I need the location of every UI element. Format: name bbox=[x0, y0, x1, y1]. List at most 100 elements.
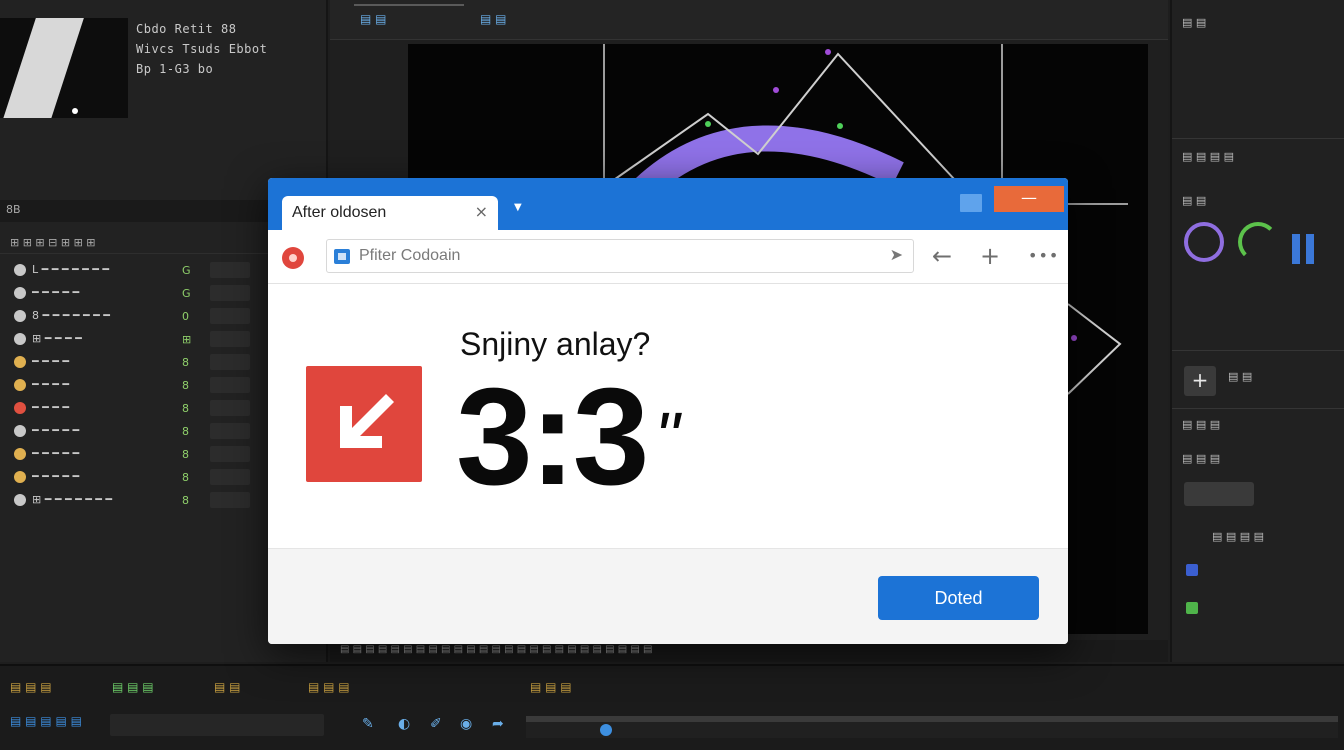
layer-name: 8 ━ ━ ━ ━ ━ ━ ━ bbox=[32, 309, 110, 322]
layer-type-icon bbox=[14, 355, 26, 368]
effects-section-label: ▤ ▤ ▤ ▤ bbox=[1212, 530, 1265, 543]
footage-meta-line: Wivcs Tsuds Ebbot bbox=[136, 42, 268, 56]
record-icon[interactable] bbox=[282, 247, 304, 269]
layer-name: ━ ━ ━ ━ bbox=[32, 401, 69, 414]
viewer-dot bbox=[705, 121, 711, 127]
layer-name: ━ ━ ━ ━ bbox=[32, 378, 69, 391]
composition-tab[interactable]: ▤ ▤ bbox=[360, 12, 387, 26]
layer-control[interactable] bbox=[210, 330, 250, 347]
share-tool-icon[interactable]: ➦ bbox=[492, 716, 504, 732]
layer-switch[interactable]: 8 bbox=[182, 494, 200, 507]
effects-section-label: ▤ ▤ bbox=[1182, 16, 1207, 29]
page-icon bbox=[334, 249, 350, 264]
playhead-handle[interactable] bbox=[600, 724, 612, 736]
footage-meta-line: Cbdo Retit 88 bbox=[136, 22, 237, 36]
blue-level-bar bbox=[1292, 234, 1300, 264]
thumbnail-dot bbox=[72, 108, 78, 114]
viewer-dot bbox=[1071, 335, 1077, 341]
purple-dial-icon[interactable] bbox=[1184, 222, 1224, 262]
more-options-icon[interactable]: ••• bbox=[1028, 242, 1059, 270]
timeline-tab[interactable]: ▤ ▤ ▤ bbox=[112, 680, 154, 694]
timeline-ruler[interactable] bbox=[526, 716, 1338, 738]
layer-type-icon bbox=[14, 447, 26, 460]
layer-name: ━ ━ ━ ━ ━ bbox=[32, 447, 80, 460]
pen-tool-icon[interactable]: ✎ bbox=[362, 716, 374, 732]
viewer-diamond-line bbox=[1067, 303, 1122, 395]
pin-tool-icon[interactable]: ◉ bbox=[460, 716, 472, 732]
layer-type-icon bbox=[14, 424, 26, 437]
close-tab-icon[interactable]: × bbox=[475, 202, 488, 221]
browser-tab[interactable]: After oldosen × bbox=[282, 196, 498, 230]
close-window-button[interactable]: — bbox=[994, 186, 1064, 212]
tab-underline bbox=[354, 4, 464, 6]
effects-section-label: ▤ ▤ ▤ bbox=[1182, 418, 1221, 431]
brush-tool-icon[interactable]: ✐ bbox=[430, 716, 442, 732]
layer-control[interactable] bbox=[210, 399, 250, 416]
layer-control[interactable] bbox=[210, 261, 250, 278]
layer-switch[interactable]: 8 bbox=[182, 471, 200, 484]
divider bbox=[1172, 408, 1344, 409]
layer-name: ━ ━ ━ ━ ━ bbox=[32, 424, 80, 437]
address-placeholder: Pfiter Codoain bbox=[359, 247, 461, 264]
go-arrow-icon[interactable]: ➤ bbox=[890, 245, 903, 264]
confirm-button[interactable]: Doted bbox=[878, 576, 1039, 620]
timeline-tab[interactable]: ▤ ▤ ▤ bbox=[10, 680, 52, 694]
layer-control[interactable] bbox=[210, 284, 250, 301]
layer-control[interactable] bbox=[210, 353, 250, 370]
layer-type-icon bbox=[14, 332, 26, 345]
layer-control[interactable] bbox=[210, 491, 250, 508]
shape-tool-icon[interactable]: ◐ bbox=[398, 716, 410, 732]
blue-level-bar bbox=[1306, 234, 1314, 264]
dialog-titlebar: After oldosen × ▼ — bbox=[268, 178, 1068, 230]
thumbnail-shape bbox=[0, 18, 88, 118]
layer-switch[interactable]: 0 bbox=[182, 310, 200, 323]
layer-type-icon bbox=[14, 263, 26, 276]
layer-switch[interactable]: G bbox=[182, 264, 200, 277]
chevron-down-icon[interactable]: ▼ bbox=[514, 202, 522, 213]
green-gauge-icon[interactable] bbox=[1238, 222, 1278, 262]
restore-window-button[interactable] bbox=[960, 194, 982, 212]
layer-control[interactable] bbox=[210, 468, 250, 485]
timeline-tab[interactable]: ▤ ▤ bbox=[214, 680, 241, 694]
timeline-tab[interactable]: ▤ ▤ ▤ bbox=[308, 680, 350, 694]
layer-control[interactable] bbox=[210, 307, 250, 324]
effects-field[interactable] bbox=[1184, 482, 1254, 506]
layer-type-icon bbox=[14, 286, 26, 299]
timeline-panel: ▤ ▤ ▤ ▤ ▤ ▤ ▤ ▤ ▤ ▤ ▤ ▤ ▤ ▤ ▤ ▤ ▤ ▤ ▤ ✎ … bbox=[0, 664, 1344, 750]
composition-tab[interactable]: ▤ ▤ bbox=[480, 12, 507, 26]
tab-title: After oldosen bbox=[292, 204, 387, 221]
divider bbox=[1172, 138, 1344, 139]
color-chip[interactable] bbox=[1186, 564, 1198, 576]
timeline-timecode[interactable]: ▤ ▤ ▤ ▤ ▤ bbox=[10, 714, 82, 728]
layer-type-icon bbox=[14, 493, 26, 506]
plus-icon[interactable]: + bbox=[980, 242, 1000, 270]
effects-section-label: ▤ ▤ bbox=[1228, 370, 1253, 383]
composition-tabs: ▤ ▤ ▤ ▤ bbox=[330, 0, 1168, 40]
address-bar[interactable]: Pfiter Codoain ➤ bbox=[326, 239, 914, 273]
layer-switch[interactable]: 8 bbox=[182, 402, 200, 415]
value-mark: " bbox=[654, 398, 680, 476]
layer-switch[interactable]: 8 bbox=[182, 448, 200, 461]
layer-switch[interactable]: 8 bbox=[182, 356, 200, 369]
back-arrow-icon[interactable]: ← bbox=[932, 242, 952, 270]
layer-control[interactable] bbox=[210, 445, 250, 462]
layer-switch[interactable]: ⊞ bbox=[182, 333, 200, 346]
timeline-tab[interactable]: ▤ ▤ ▤ bbox=[530, 680, 572, 694]
layer-switch[interactable]: 8 bbox=[182, 425, 200, 438]
footage-thumbnail[interactable] bbox=[0, 18, 128, 118]
viewer-dot bbox=[773, 87, 779, 93]
dialog-toolbar: Pfiter Codoain ➤ ← + ••• bbox=[268, 230, 1068, 284]
timeline-search-input[interactable] bbox=[110, 714, 324, 736]
layer-switch[interactable]: G bbox=[182, 287, 200, 300]
color-chip[interactable] bbox=[1186, 602, 1198, 614]
layer-switch[interactable]: 8 bbox=[182, 379, 200, 392]
add-effect-button[interactable]: + bbox=[1184, 366, 1216, 396]
layer-control[interactable] bbox=[210, 422, 250, 439]
layer-name: ━ ━ ━ ━ ━ bbox=[32, 470, 80, 483]
layer-name: ━ ━ ━ ━ ━ bbox=[32, 286, 80, 299]
viewer-dot bbox=[825, 49, 831, 55]
dialog-window: After oldosen × ▼ — Pfiter Codoain ➤ ← +… bbox=[268, 178, 1068, 644]
layer-name: ⊞ ━ ━ ━ ━ bbox=[32, 332, 82, 345]
layer-type-icon bbox=[14, 309, 26, 322]
layer-control[interactable] bbox=[210, 376, 250, 393]
